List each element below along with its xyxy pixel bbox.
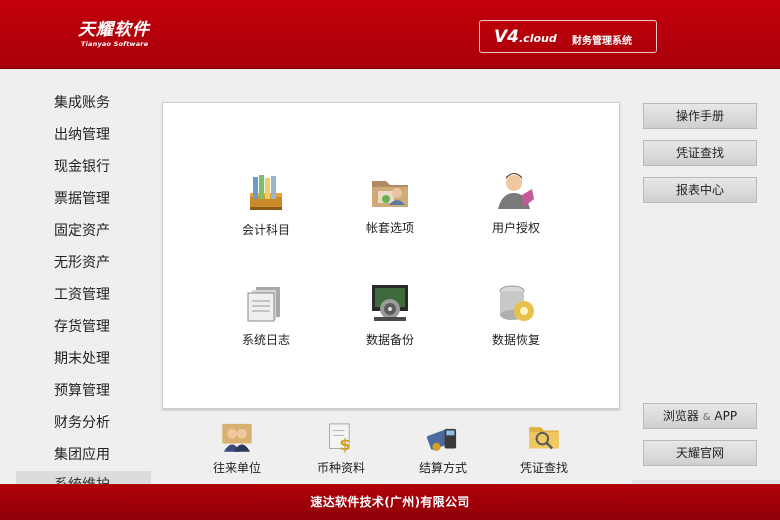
menu-item-group-apps[interactable]: 集团应用 [0, 439, 160, 471]
database-restore-icon [499, 285, 534, 321]
amp-symbol: & [702, 412, 711, 423]
tile-partners[interactable]: 往来单位 [187, 419, 287, 476]
menu-item-integrated-accounts[interactable]: 集成账务 [0, 87, 160, 119]
menu-item-intangible-assets[interactable]: 无形资产 [0, 247, 160, 279]
company-name: 速达软件技术(广州)有限公司 [310, 495, 470, 509]
manual-button[interactable]: 操作手册 [643, 103, 757, 129]
menu-item-system-maintenance[interactable]: 系统维护 [16, 471, 151, 485]
tile-settlement-methods[interactable]: 结算方式 [393, 419, 493, 476]
tile-user-authorization[interactable]: 用户授权 [466, 169, 566, 236]
tile-data-restore[interactable]: 数据恢复 [466, 281, 566, 348]
tile-label: 数据恢复 [491, 333, 540, 347]
version-badge: V4.cloud 财务管理系统 [479, 20, 657, 53]
monitor-backup-icon [372, 285, 408, 321]
report-center-button[interactable]: 报表中心 [643, 177, 757, 203]
tile-label: 往来单位 [212, 461, 261, 475]
brand-logo: 天耀软件 Tianyao Software [78, 20, 150, 48]
tile-account-subjects[interactable]: 会计科目 [216, 171, 316, 238]
svg-text:$: $ [339, 435, 350, 454]
tile-label: 凭证查找 [519, 461, 568, 475]
browser-app-button[interactable]: 浏览器 & APP [643, 403, 757, 429]
books-icon [250, 175, 282, 210]
user-authorize-icon [498, 173, 534, 209]
official-website-button[interactable]: 天耀官网 [643, 440, 757, 466]
tile-label: 数据备份 [365, 333, 414, 347]
browser-label: 浏览器 [662, 409, 699, 423]
tile-voucher-search[interactable]: 凭证查找 [494, 419, 594, 476]
header-bar: 天耀软件 Tianyao Software V4.cloud 财务管理系统 [0, 0, 780, 69]
tile-label: 帐套选项 [365, 221, 414, 235]
menu-item-financial-analysis[interactable]: 财务分析 [0, 407, 160, 439]
tile-currency[interactable]: $ 币种资料 [291, 419, 391, 476]
tile-label: 币种资料 [316, 461, 365, 475]
menu-item-budget[interactable]: 预算管理 [0, 375, 160, 407]
currency-icon: $ [329, 423, 351, 454]
tile-data-backup[interactable]: 数据备份 [340, 281, 440, 348]
log-files-icon [247, 287, 280, 322]
menu-item-period-end[interactable]: 期末处理 [0, 343, 160, 375]
tile-system-log[interactable]: 系统日志 [216, 281, 316, 348]
menu-item-inventory[interactable]: 存货管理 [0, 311, 160, 343]
footer-bar: 速达软件技术(广州)有限公司 [0, 484, 780, 520]
menu-item-fixed-assets[interactable]: 固定资产 [0, 215, 160, 247]
tile-label: 系统日志 [241, 333, 290, 347]
settlement-card-icon [426, 428, 457, 451]
system-name: 财务管理系统 [572, 36, 632, 47]
menu-item-cash-bank[interactable]: 现金银行 [0, 151, 160, 183]
bottom-shortcut-bar: 往来单位 $ 币种资料 结算方式 凭证查找 [162, 411, 620, 485]
version-label: V4.cloud [494, 27, 557, 47]
menu-item-payroll[interactable]: 工资管理 [0, 279, 160, 311]
menu-item-cashier[interactable]: 出纳管理 [0, 119, 160, 151]
voucher-search-icon [529, 427, 559, 450]
tile-label: 结算方式 [418, 461, 467, 475]
left-nav-menu: 集成账务 出纳管理 现金银行 票据管理 固定资产 无形资产 工资管理 存货管理 … [0, 87, 160, 471]
tile-label: 会计科目 [241, 223, 290, 237]
tile-account-set-options[interactable]: 帐套选项 [340, 169, 440, 236]
folder-user-icon [372, 181, 408, 207]
app-label: APP [714, 409, 738, 423]
brand-name-cn: 天耀软件 [78, 20, 150, 40]
main-function-panel: 会计科目 帐套选项 用户授权 系统日志 数据备份 数据恢复 [162, 102, 620, 410]
tile-label: 用户授权 [491, 221, 540, 235]
voucher-search-button[interactable]: 凭证查找 [643, 140, 757, 166]
menu-item-bills[interactable]: 票据管理 [0, 183, 160, 215]
partners-icon [222, 423, 252, 452]
brand-name-en: Tianyao Software [81, 40, 149, 48]
